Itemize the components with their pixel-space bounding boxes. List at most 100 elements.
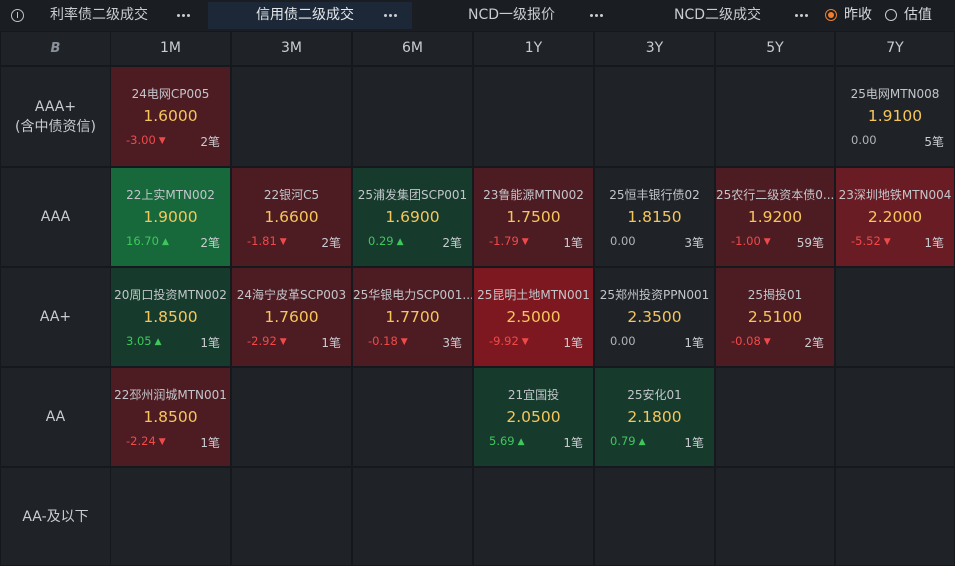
tab-label: 利率债二级成交	[50, 7, 148, 23]
bond-name: 25农行二级资本债0...	[716, 188, 834, 202]
empty-cell	[474, 67, 593, 166]
trade-count: 59笔	[796, 236, 824, 250]
bond-change: -3.00 ▼	[126, 133, 166, 147]
bond-name: 21宜国投	[507, 388, 560, 402]
trade-count: 1笔	[200, 336, 220, 350]
column-header[interactable]: 6M	[353, 32, 472, 65]
triangle-down-icon: ▼	[279, 237, 287, 247]
row-header-label: AA-及以下	[22, 508, 89, 525]
bond-change-value: -1.79	[489, 234, 519, 248]
bond-change: -2.92 ▼	[247, 334, 287, 348]
triangle-up-icon: ▲	[517, 437, 525, 447]
bond-cell[interactable]: 20周口投资MTN002 1.8500 3.05 ▲ 1笔	[111, 268, 230, 366]
bond-name: 22邳州润城MTN001	[114, 388, 227, 402]
bond-change: -5.52 ▼	[851, 234, 891, 248]
bond-cell[interactable]: 25郑州投资PPN001 2.3500 0.00 1笔	[595, 268, 714, 366]
credit-bond-matrix: B 1M 3M 6M 1Y 3Y 5Y 7Y AAA+ (含中债资信) 24电网CP005 1.600…	[0, 31, 955, 566]
bond-cell[interactable]: 22上实MTN002 1.9000 16.70 ▲ 2笔	[111, 168, 230, 266]
bond-change-value: 16.70	[126, 234, 159, 248]
radio-prev-close[interactable]: 昨收	[825, 7, 875, 23]
bond-name: 25郑州投资PPN001	[599, 288, 710, 302]
bond-cell[interactable]: 23深圳地铁MTN004 2.2000 -5.52 ▼ 1笔	[836, 168, 954, 266]
bond-name: 24电网CP005	[131, 87, 210, 101]
column-header[interactable]: 7Y	[836, 32, 954, 65]
bond-cell[interactable]: 23鲁能源MTN002 1.7500 -1.79 ▼ 1笔	[474, 168, 593, 266]
bond-cell[interactable]: 25昆明土地MTN001 2.5000 -9.92 ▼ 1笔	[474, 268, 593, 366]
radio-valuation[interactable]: 估值	[885, 7, 935, 23]
column-header[interactable]: 1M	[111, 32, 230, 65]
bond-change: 5.69 ▲	[489, 434, 525, 448]
bond-name: 22上实MTN002	[126, 188, 215, 202]
info-icon[interactable]	[11, 9, 24, 22]
triangle-down-icon: ▼	[521, 237, 529, 247]
row-header[interactable]: AAA	[1, 168, 110, 266]
bond-yield: 2.5100	[747, 308, 803, 326]
more-icon[interactable]	[384, 14, 398, 18]
bond-yield: 1.7500	[506, 208, 561, 226]
empty-cell	[232, 368, 351, 466]
row-header[interactable]: AAA+ (含中债资信)	[1, 67, 110, 166]
bond-name: 23深圳地铁MTN004	[838, 188, 952, 202]
bond-cell[interactable]: 25农行二级资本债0... 1.9200 -1.00 ▼ 59笔	[716, 168, 834, 266]
empty-cell	[595, 468, 714, 565]
bond-change: 3.05 ▲	[126, 334, 162, 348]
bond-cell[interactable]: 25浦发集团SCP001 1.6900 0.29 ▲ 2笔	[353, 168, 472, 266]
tab-label: NCD二级成交	[674, 7, 762, 23]
row-header[interactable]: AA-及以下	[1, 468, 110, 565]
corner-cell: B	[1, 32, 110, 65]
trade-count: 3笔	[442, 336, 462, 350]
bond-change-value: -3.00	[126, 133, 156, 147]
column-header[interactable]: 5Y	[716, 32, 834, 65]
bond-change: 0.79 ▲	[610, 434, 646, 448]
column-header[interactable]: 1Y	[474, 32, 593, 65]
bond-cell[interactable]: 25揭投01 2.5100 -0.08 ▼ 2笔	[716, 268, 834, 366]
bond-cell[interactable]: 21宜国投 2.0500 5.69 ▲ 1笔	[474, 368, 593, 466]
bond-yield: 2.3500	[627, 308, 682, 326]
row-header[interactable]: AA+	[1, 268, 110, 366]
empty-cell	[836, 268, 954, 366]
trade-count: 1笔	[684, 336, 704, 350]
bond-name: 25浦发集团SCP001	[357, 188, 468, 202]
bond-change-value: 0.00	[610, 234, 636, 248]
bond-cell[interactable]: 24海宁皮革SCP003 1.7600 -2.92 ▼ 1笔	[232, 268, 351, 366]
empty-cell	[836, 368, 954, 466]
more-icon[interactable]	[795, 14, 809, 18]
tab-ncd-secondary[interactable]: NCD二级成交	[616, 2, 816, 29]
triangle-up-icon: ▲	[161, 237, 169, 247]
trade-count: 1笔	[321, 336, 341, 350]
bond-cell[interactable]: 25恒丰银行债02 1.8150 0.00 3笔	[595, 168, 714, 266]
more-icon[interactable]	[590, 14, 604, 18]
bond-yield: 1.8150	[627, 208, 682, 226]
row-header-label: (含中债资信)	[15, 118, 96, 135]
more-icon[interactable]	[177, 14, 191, 18]
bond-cell[interactable]: 22银河C5 1.6600 -1.81 ▼ 2笔	[232, 168, 351, 266]
bond-yield: 2.2000	[867, 208, 923, 226]
tab-ncd-primary[interactable]: NCD一级报价	[414, 2, 614, 29]
column-header[interactable]: 3Y	[595, 32, 714, 65]
tab-credit-bond[interactable]: 信用债二级成交	[208, 2, 412, 29]
row-header-label: AA	[45, 409, 66, 425]
trade-count: 2笔	[200, 236, 220, 250]
bond-yield: 1.9100	[867, 107, 923, 125]
empty-cell	[836, 468, 954, 565]
bond-cell[interactable]: 25安化01 2.1800 0.79 ▲ 1笔	[595, 368, 714, 466]
bond-cell[interactable]: 25电网MTN008 1.9100 0.00 5笔	[836, 67, 954, 166]
bond-cell[interactable]: 22邳州润城MTN001 1.8500 -2.24 ▼ 1笔	[111, 368, 230, 466]
trade-count: 1笔	[563, 236, 583, 250]
triangle-down-icon: ▼	[400, 337, 408, 347]
bond-change-value: -1.00	[731, 234, 761, 248]
bond-cell[interactable]: 24电网CP005 1.6000 -3.00 ▼ 2笔	[111, 67, 230, 166]
empty-cell	[716, 67, 834, 166]
bond-change-value: 3.05	[126, 334, 152, 348]
row-header-label: AAA	[40, 209, 71, 225]
tab-rate-bond[interactable]: 利率债二级成交	[30, 2, 206, 29]
triangle-up-icon: ▲	[638, 437, 646, 447]
bond-yield: 1.9000	[143, 208, 198, 226]
bond-change-value: 0.79	[610, 434, 636, 448]
row-header[interactable]: AA	[1, 368, 110, 466]
bond-change-value: 0.00	[610, 334, 636, 348]
column-header[interactable]: 3M	[232, 32, 351, 65]
bond-yield: 2.1800	[627, 408, 682, 426]
radio-unchecked-icon	[885, 9, 897, 21]
bond-cell[interactable]: 25华银电力SCP001... 1.7700 -0.18 ▼ 3笔	[353, 268, 472, 366]
